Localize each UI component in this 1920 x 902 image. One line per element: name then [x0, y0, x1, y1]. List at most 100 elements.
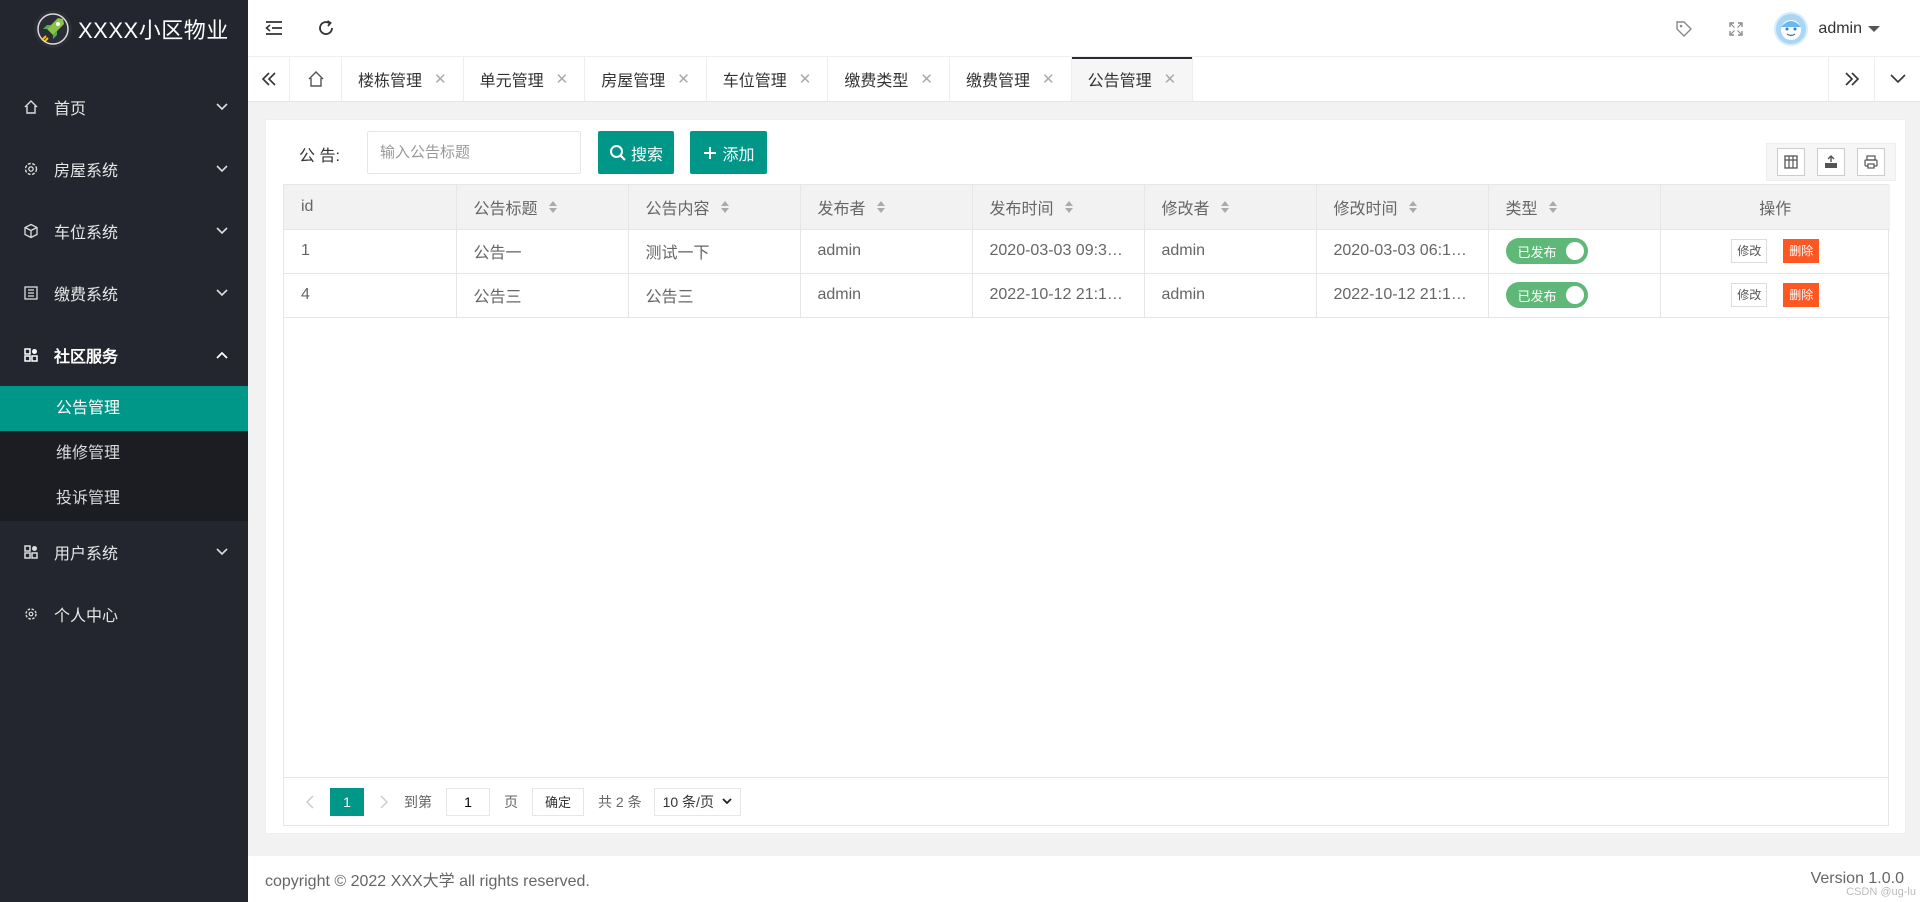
add-button[interactable]: 添加 [690, 131, 767, 174]
fullscreen-button[interactable] [1710, 0, 1762, 57]
tabs-dropdown-button[interactable] [1874, 57, 1920, 101]
columns-icon [1784, 155, 1798, 169]
sidebar-item-payment-system[interactable]: 缴费系统 [0, 262, 248, 324]
column-header-title[interactable]: 公告标题 [456, 185, 629, 230]
page-tabs-bar: 楼栋管理 ✕ 单元管理 ✕ 房屋管理 ✕ 车位管理 ✕ 缴费类型 ✕ 缴费管理 ✕ 公告管理… [248, 57, 1920, 102]
sidebar-item-user-system[interactable]: 用户系统 [0, 521, 248, 583]
tab-label: 楼栋管理 [358, 73, 423, 90]
cell-publisher: admin [800, 229, 973, 274]
next-page-button[interactable] [370, 788, 398, 816]
sidebar-subitem-complaint[interactable]: 投诉管理 [0, 476, 248, 521]
close-icon[interactable]: ✕ [556, 70, 569, 88]
sidebar-item-house-system[interactable]: 房屋系统 [0, 138, 248, 200]
goto-page-input[interactable] [446, 787, 490, 816]
sidebar-item-parking-system[interactable]: 车位系统 [0, 200, 248, 262]
sidebar-subitem-announcement[interactable]: 公告管理 [0, 386, 248, 431]
cell-id: 1 [284, 229, 457, 274]
tab-announcement[interactable]: 公告管理 ✕ [1071, 57, 1194, 101]
page-size-select[interactable]: 10 条/页 [653, 787, 741, 816]
cell-actions: 修改 删除 [1660, 273, 1890, 318]
cog-icon [22, 605, 40, 623]
sort-icon[interactable] [1220, 200, 1230, 219]
prev-page-button[interactable] [296, 788, 324, 816]
close-icon[interactable]: ✕ [1042, 70, 1055, 88]
tab-label: 单元管理 [479, 73, 544, 90]
tab-fee-type[interactable]: 缴费类型 ✕ [828, 57, 950, 101]
column-header-content[interactable]: 公告内容 [628, 185, 801, 230]
cell-modifier: admin [1144, 229, 1317, 274]
close-icon[interactable]: ✕ [920, 70, 933, 88]
close-icon[interactable]: ✕ [799, 70, 812, 88]
search-button[interactable]: 搜索 [598, 131, 674, 174]
tab-unit[interactable]: 单元管理 ✕ [464, 57, 586, 101]
collapse-sidebar-button[interactable] [248, 0, 300, 57]
edit-button[interactable]: 修改 [1731, 239, 1768, 263]
chevron-left-icon [306, 794, 314, 809]
refresh-button[interactable] [300, 0, 352, 57]
sidebar-item-home[interactable]: 首页 [0, 76, 248, 138]
add-button-label: 添加 [722, 146, 755, 164]
column-header-publish-time[interactable]: 发布时间 [972, 185, 1145, 230]
cell-type: 已发布 [1488, 229, 1661, 274]
print-icon [1864, 155, 1878, 169]
tag-icon [1676, 20, 1693, 37]
close-icon[interactable]: ✕ [677, 70, 690, 88]
toggle-knob [1565, 286, 1584, 304]
goto-confirm-button[interactable]: 确定 [532, 787, 585, 816]
sort-icon[interactable] [720, 200, 730, 219]
sidebar-item-label: 用户系统 [54, 546, 119, 563]
tab-label: 公告管理 [1087, 73, 1152, 90]
delete-button[interactable]: 删除 [1783, 283, 1820, 307]
column-header-type[interactable]: 类型 [1488, 185, 1661, 230]
chevron-down-icon [1889, 74, 1906, 84]
search-input[interactable] [367, 131, 581, 174]
columns-filter-button[interactable] [1777, 148, 1805, 176]
column-header-modifier[interactable]: 修改者 [1144, 185, 1317, 230]
publish-status-toggle[interactable]: 已发布 [1505, 282, 1588, 308]
sort-icon[interactable] [876, 200, 886, 219]
publish-status-toggle[interactable]: 已发布 [1505, 238, 1588, 264]
total-count: 共 2 条 [598, 793, 642, 810]
tab-building[interactable]: 楼栋管理 ✕ [342, 57, 464, 101]
delete-button[interactable]: 删除 [1783, 239, 1820, 263]
double-chevron-left-icon [261, 72, 276, 86]
chevron-down-icon [216, 287, 228, 299]
cell-type: 已发布 [1488, 273, 1661, 318]
page-number-current[interactable]: 1 [330, 787, 364, 816]
cell-publisher: admin [800, 273, 973, 318]
tab-parking[interactable]: 车位管理 ✕ [707, 57, 829, 101]
sort-icon[interactable] [548, 200, 558, 219]
tabs-scroll-left-button[interactable] [248, 57, 290, 101]
toggle-label: 已发布 [1517, 244, 1557, 260]
sidebar-item-personal-center[interactable]: 个人中心 [0, 583, 248, 645]
sidebar: XXXX小区物业 首页 房屋系统 车位系统 缴费系统 社区服务 公告管理 维修管… [0, 0, 248, 902]
export-button[interactable] [1817, 148, 1845, 176]
cell-id: 4 [284, 273, 457, 318]
theme-tag-button[interactable] [1658, 0, 1710, 57]
cube-icon [22, 222, 40, 240]
edit-button[interactable]: 修改 [1731, 283, 1768, 307]
sort-icon[interactable] [1408, 200, 1418, 219]
tab-house[interactable]: 房屋管理 ✕ [585, 57, 707, 101]
sort-icon[interactable] [1548, 200, 1558, 219]
footer: copyright © 2022 XXX大学 all rights reserv… [248, 856, 1920, 902]
user-menu[interactable]: admin [1774, 11, 1880, 46]
chevron-down-icon [216, 101, 228, 113]
sort-icon[interactable] [1064, 200, 1074, 219]
column-header-publisher[interactable]: 发布者 [800, 185, 973, 230]
tab-fee-management[interactable]: 缴费管理 ✕ [950, 57, 1072, 101]
sidebar-item-label: 首页 [54, 101, 87, 118]
close-icon[interactable]: ✕ [434, 70, 447, 88]
avatar [1774, 11, 1809, 46]
tabs-scroll-right-button[interactable] [1828, 57, 1874, 101]
tab-home[interactable] [290, 57, 342, 101]
print-button[interactable] [1857, 148, 1885, 176]
sidebar-subitem-repair[interactable]: 维修管理 [0, 431, 248, 476]
chevron-up-icon [216, 349, 228, 361]
chevron-down-icon [216, 163, 228, 175]
sidebar-item-label: 缴费系统 [54, 287, 119, 304]
close-icon[interactable]: ✕ [1164, 70, 1177, 88]
announcement-table: id 公告标题 公告内容 发布者 发布时间 修改者 修改时间 类型 操作 1 公… [283, 184, 1890, 778]
column-header-modify-time[interactable]: 修改时间 [1316, 185, 1489, 230]
sidebar-item-community-service[interactable]: 社区服务 [0, 324, 248, 386]
